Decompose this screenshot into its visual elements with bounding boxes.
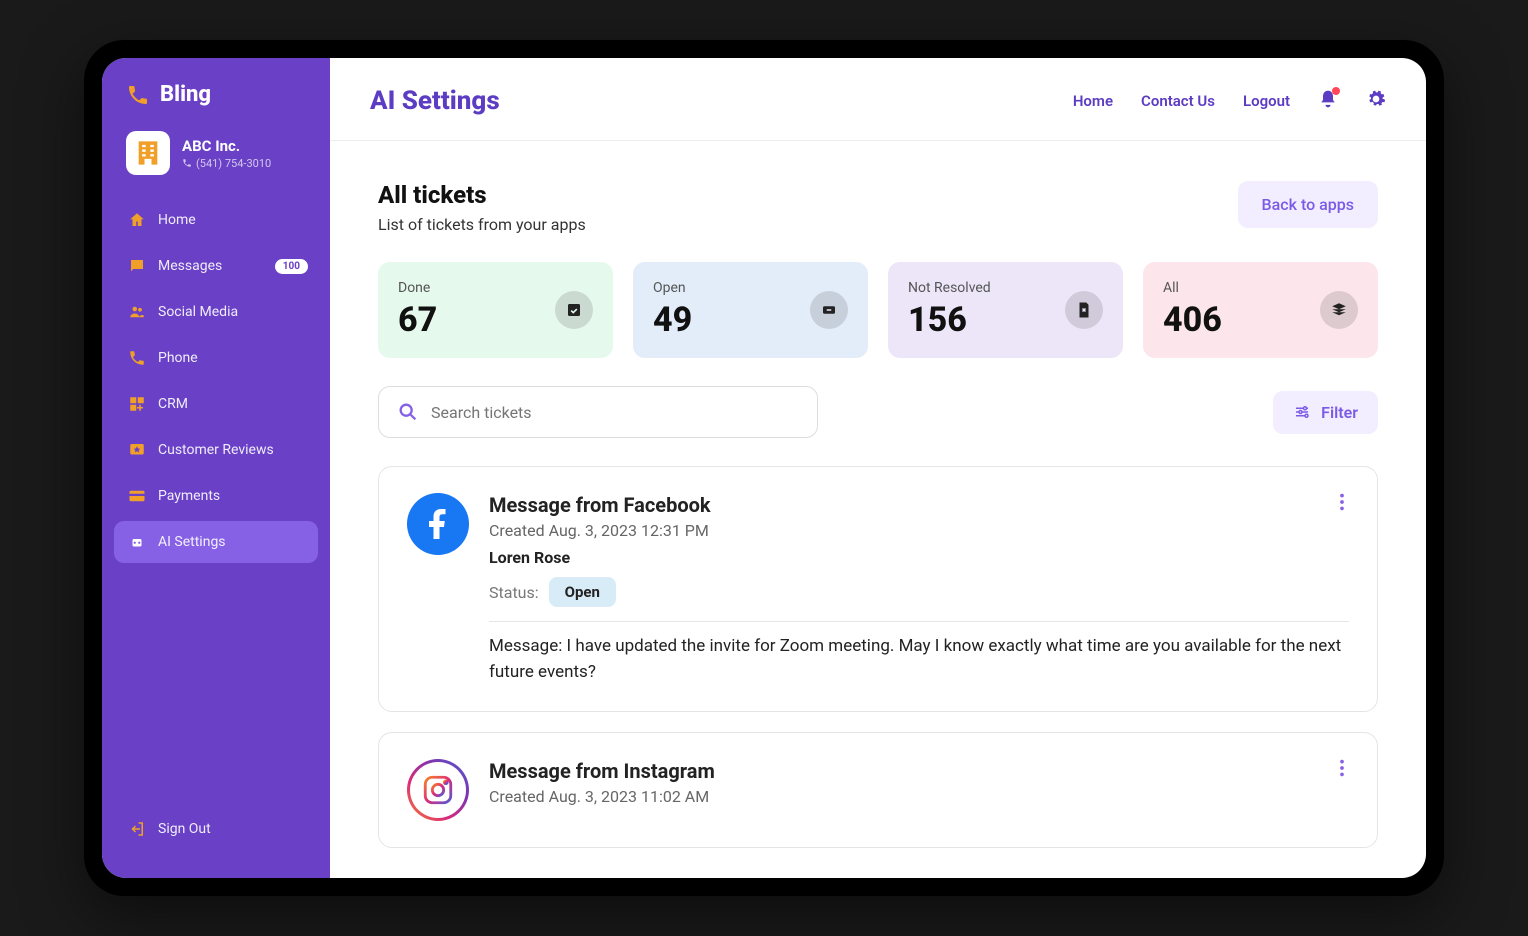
ticket-status-label: Status: <box>489 583 539 602</box>
stat-value: 49 <box>653 300 692 340</box>
sidebar-item-label: Social Media <box>158 304 238 320</box>
notifications-button[interactable] <box>1318 89 1338 113</box>
logout-icon <box>128 820 146 838</box>
ticket-menu-button[interactable] <box>1331 757 1353 779</box>
home-icon <box>128 211 146 229</box>
content-subtitle: List of tickets from your apps <box>378 215 586 234</box>
ticket-title: Message from Instagram <box>489 759 1349 783</box>
stat-done[interactable]: Done 67 <box>378 262 613 358</box>
company-name: ABC Inc. <box>182 137 271 155</box>
company-avatar <box>126 131 170 175</box>
stat-not-resolved[interactable]: Not Resolved 156 <box>888 262 1123 358</box>
stat-label: All <box>1163 280 1222 296</box>
ticket-created: Created Aug. 3, 2023 11:02 AM <box>489 787 1349 806</box>
sidebar-item-phone[interactable]: Phone <box>114 337 318 379</box>
ticket-created: Created Aug. 3, 2023 12:31 PM <box>489 521 1349 540</box>
layers-icon <box>1320 291 1358 329</box>
check-icon <box>555 291 593 329</box>
settings-button[interactable] <box>1366 89 1386 113</box>
ticket-card[interactable]: Message from Instagram Created Aug. 3, 2… <box>378 732 1378 848</box>
gear-icon <box>1366 89 1386 109</box>
sidebar-item-reviews[interactable]: Customer Reviews <box>114 429 318 471</box>
sidebar-item-crm[interactable]: CRM <box>114 383 318 425</box>
header-link-home[interactable]: Home <box>1073 92 1113 110</box>
sidebar-item-label: Payments <box>158 488 220 504</box>
stat-value: 67 <box>398 300 437 340</box>
sliders-icon <box>1293 403 1311 421</box>
company-block: ABC Inc. (541) 754-3010 <box>102 131 330 199</box>
file-x-icon <box>1065 291 1103 329</box>
phone-icon <box>128 349 146 367</box>
sidebar-nav: Home Messages 100 Social Media Phone <box>102 199 330 808</box>
sidebar-item-label: CRM <box>158 396 188 412</box>
bell-icon <box>1318 89 1338 109</box>
page-title: AI Settings <box>370 86 500 116</box>
inbox-icon <box>810 291 848 329</box>
company-phone: (541) 754-3010 <box>182 157 271 170</box>
search-input[interactable] <box>431 403 799 422</box>
sidebar-item-label: Sign Out <box>158 821 211 837</box>
users-icon <box>128 303 146 321</box>
sidebar-item-ai-settings[interactable]: AI Settings <box>114 521 318 563</box>
main-content: AI Settings Home Contact Us Logout <box>330 58 1426 878</box>
stat-all[interactable]: All 406 <box>1143 262 1378 358</box>
stat-value: 406 <box>1163 300 1222 340</box>
sidebar-item-messages[interactable]: Messages 100 <box>114 245 318 287</box>
card-icon <box>128 487 146 505</box>
facebook-icon <box>407 493 469 555</box>
phone-small-icon <box>182 158 192 168</box>
ticket-message: Message: I have updated the invite for Z… <box>489 634 1349 685</box>
sidebar-item-social[interactable]: Social Media <box>114 291 318 333</box>
header-link-contact[interactable]: Contact Us <box>1141 92 1215 110</box>
sidebar-item-label: Home <box>158 212 196 228</box>
sidebar-item-label: Messages <box>158 258 222 274</box>
ticket-card[interactable]: Message from Facebook Created Aug. 3, 20… <box>378 466 1378 712</box>
sidebar-item-signout[interactable]: Sign Out <box>114 808 318 850</box>
ticket-author: Loren Rose <box>489 548 1349 567</box>
stat-label: Not Resolved <box>908 280 991 296</box>
sidebar-item-payments[interactable]: Payments <box>114 475 318 517</box>
building-icon <box>134 139 162 167</box>
messages-badge: 100 <box>275 259 308 274</box>
search-icon <box>397 401 419 423</box>
stat-open[interactable]: Open 49 <box>633 262 868 358</box>
header-link-logout[interactable]: Logout <box>1243 92 1290 110</box>
phone-logo-icon <box>126 83 150 107</box>
instagram-icon <box>407 759 469 821</box>
more-vertical-icon <box>1331 757 1353 779</box>
stat-label: Open <box>653 280 692 296</box>
sidebar: Bling ABC Inc. (541) 754-3010 <box>102 58 330 878</box>
grid-icon <box>128 395 146 413</box>
search-box[interactable] <box>378 386 818 438</box>
ticket-menu-button[interactable] <box>1331 491 1353 513</box>
stat-label: Done <box>398 280 437 296</box>
sidebar-item-label: AI Settings <box>158 534 226 550</box>
stats-row: Done 67 Open 49 Not Re <box>378 262 1378 358</box>
ticket-title: Message from Facebook <box>489 493 1349 517</box>
sidebar-item-label: Phone <box>158 350 198 366</box>
brand-logo: Bling <box>102 82 330 131</box>
sidebar-item-home[interactable]: Home <box>114 199 318 241</box>
brand-name: Bling <box>160 82 211 107</box>
robot-icon <box>128 533 146 551</box>
star-icon <box>128 441 146 459</box>
header: AI Settings Home Contact Us Logout <box>330 58 1426 141</box>
back-to-apps-button[interactable]: Back to apps <box>1238 181 1378 228</box>
ticket-status-badge: Open <box>549 577 616 607</box>
sidebar-item-label: Customer Reviews <box>158 442 274 458</box>
more-vertical-icon <box>1331 491 1353 513</box>
stat-value: 156 <box>908 300 991 340</box>
chat-icon <box>128 257 146 275</box>
filter-button[interactable]: Filter <box>1273 391 1378 434</box>
content-title: All tickets <box>378 181 586 209</box>
